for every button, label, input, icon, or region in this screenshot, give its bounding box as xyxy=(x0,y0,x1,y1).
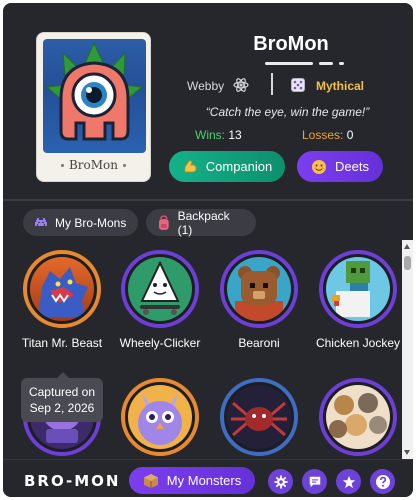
losses-label: Losses: xyxy=(302,128,344,142)
tooltip-line-1: Captured on xyxy=(28,385,96,399)
footer-bar: BRO-MON My Monsters xyxy=(3,459,413,497)
package-icon xyxy=(143,473,158,488)
monster-item-bearoni[interactable] xyxy=(220,250,298,328)
space-invader-icon xyxy=(35,217,47,226)
monster-portrait xyxy=(43,39,146,153)
monster-name-label: Chicken Jockey xyxy=(315,336,401,350)
owl-icon xyxy=(128,385,192,449)
monster-collection-grid: Titan Mr. Beast Wheely-Clicker Bearoni C… xyxy=(3,247,401,459)
companion-button[interactable]: Companion xyxy=(169,151,285,182)
help-button[interactable] xyxy=(370,469,395,494)
tab-backpack[interactable]: Backpack (1) xyxy=(146,208,256,237)
flexed-arm-icon xyxy=(184,159,197,172)
atom-icon xyxy=(233,78,249,92)
tab-label: Backpack (1) xyxy=(177,208,230,237)
rarity-label: Mythical xyxy=(316,79,365,93)
werewolf-icon xyxy=(30,257,94,321)
title-underline-dot-small xyxy=(339,62,344,65)
capture-date-tooltip: Captured on Sep 2, 2026 xyxy=(21,372,103,422)
monster-name: BroMon xyxy=(253,33,329,55)
creator-name: Webby xyxy=(187,79,225,93)
tab-label: My Bro-Mons xyxy=(55,215,127,230)
scroll-up-arrow[interactable] xyxy=(404,244,410,249)
zombie-chicken-icon xyxy=(326,257,390,321)
title-underline xyxy=(265,62,313,65)
scroll-thumb[interactable] xyxy=(404,256,411,270)
deets-label: Deets xyxy=(335,159,369,174)
bromon-panel: BroMon BroMon Webby Mythical “Catch the … xyxy=(3,3,413,497)
card-name-text: BroMon xyxy=(68,158,119,172)
my-monsters-button[interactable]: My Monsters xyxy=(129,467,255,494)
monster-name-label: Bearoni xyxy=(238,336,280,350)
scroll-down-arrow[interactable] xyxy=(404,450,410,455)
chat-button[interactable] xyxy=(302,469,327,494)
deets-button[interactable]: Deets xyxy=(297,151,383,182)
favorites-button[interactable] xyxy=(336,469,361,494)
face-icon xyxy=(312,159,327,174)
bear-icon xyxy=(227,257,291,321)
card-caption: BroMon xyxy=(37,158,150,172)
losses-stat: Losses: 0 xyxy=(302,128,353,142)
skater-cursor-icon xyxy=(128,257,192,321)
cats-icon xyxy=(326,385,390,449)
spider-icon xyxy=(227,385,291,449)
meta-divider xyxy=(271,73,273,95)
help-icon xyxy=(375,474,390,489)
bro-mon-logo: BRO-MON xyxy=(24,472,121,490)
backpack-icon xyxy=(158,214,169,230)
losses-value: 0 xyxy=(346,128,354,142)
gear-icon xyxy=(273,474,288,489)
dice-icon xyxy=(291,78,305,92)
monster-card[interactable]: BroMon xyxy=(36,32,151,182)
monster-item-titan-mr-beast[interactable] xyxy=(23,250,101,328)
monster-tagline: “Catch the eye, win the game!” xyxy=(205,105,370,119)
monster-item-chicken-jockey[interactable] xyxy=(319,250,397,328)
monster-item-owl[interactable] xyxy=(121,378,199,456)
section-divider xyxy=(3,199,413,201)
monster-item-cats[interactable] xyxy=(319,378,397,456)
wins-stat: Wins: 13 xyxy=(195,128,242,142)
monster-item-spider[interactable] xyxy=(220,378,298,456)
monster-name-label: Titan Mr. Beast xyxy=(21,336,103,350)
companion-label: Companion xyxy=(205,159,273,174)
settings-button[interactable] xyxy=(268,469,293,494)
wins-value: 13 xyxy=(228,128,242,142)
star-icon xyxy=(342,475,355,488)
monster-name-label: Wheely-Clicker xyxy=(119,336,201,350)
title-underline-dot xyxy=(319,62,333,65)
tab-my-bro-mons[interactable]: My Bro-Mons xyxy=(23,209,138,236)
chat-icon xyxy=(309,476,320,487)
wins-label: Wins: xyxy=(195,128,225,142)
my-monsters-label: My Monsters xyxy=(166,473,242,488)
monster-item-wheely-clicker[interactable] xyxy=(121,250,199,328)
tooltip-line-2: Sep 2, 2026 xyxy=(29,401,95,415)
collection-scrollbar[interactable] xyxy=(402,240,413,459)
